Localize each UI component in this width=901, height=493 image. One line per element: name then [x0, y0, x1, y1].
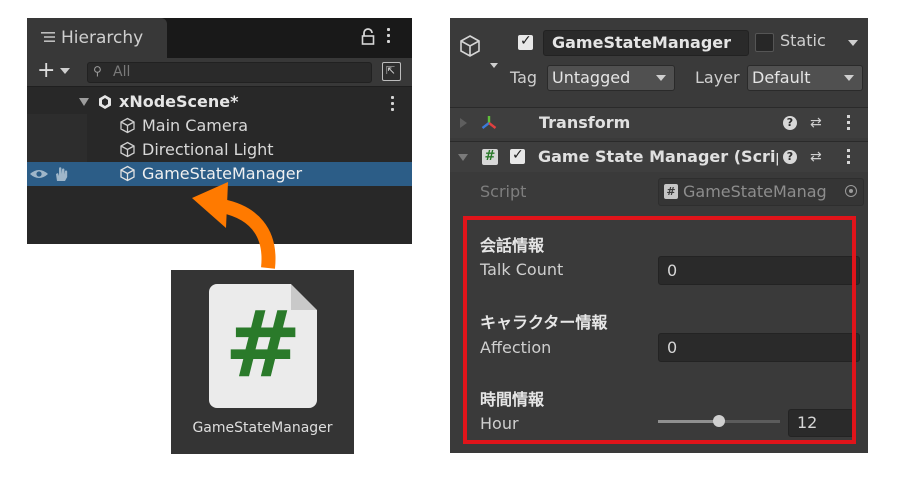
hierarchy-menu-icon[interactable] — [387, 28, 395, 48]
hierarchy-tab[interactable]: Hierarchy — [27, 18, 167, 58]
hierarchy-item[interactable]: Directional Light — [27, 138, 412, 162]
scene-name: xNodeScene* — [119, 92, 239, 111]
highlight-box — [463, 216, 856, 444]
csharp-script-file-icon: # — [209, 284, 317, 408]
hierarchy-tab-label: Hierarchy — [61, 28, 144, 48]
script-asset-tile[interactable]: # GameStateManager — [171, 270, 354, 454]
tag-dropdown[interactable]: Untagged — [547, 65, 675, 91]
scene-row[interactable]: xNodeScene* — [27, 90, 412, 114]
script-hash-symbol: # — [224, 291, 302, 398]
fold-arrow-icon[interactable] — [460, 118, 467, 128]
layer-label: Layer — [695, 68, 740, 87]
static-label: Static — [780, 31, 826, 50]
component-menu-icon[interactable] — [847, 115, 850, 133]
search-icon: ⚲ — [93, 64, 102, 78]
hierarchy-item-label: Directional Light — [142, 140, 274, 159]
presets-icon[interactable]: ⇄ — [810, 116, 822, 130]
help-icon[interactable]: ? — [783, 116, 797, 130]
gameobject-cube-icon — [460, 35, 480, 57]
static-dropdown-caret-icon[interactable] — [848, 40, 858, 46]
fold-arrow-icon[interactable] — [458, 154, 468, 161]
component-menu-icon[interactable] — [847, 149, 850, 167]
presets-icon[interactable]: ⇄ — [810, 150, 822, 164]
object-name-field[interactable]: GameStateManager — [543, 30, 749, 56]
transform-title: Transform — [539, 113, 631, 132]
script-value: GameStateManag — [683, 182, 827, 201]
object-picker-icon[interactable] — [845, 185, 857, 197]
help-icon[interactable]: ? — [783, 150, 797, 164]
lock-icon[interactable] — [361, 27, 375, 47]
transform-axis-icon — [481, 116, 497, 129]
gameobject-cube-icon — [120, 141, 135, 158]
layer-dropdown[interactable]: Default — [747, 65, 863, 91]
script-hash-icon: # — [482, 149, 498, 165]
create-plus-icon[interactable]: + — [37, 59, 55, 83]
pickable-hand-icon[interactable] — [53, 166, 69, 182]
checkmark-icon: ✓ — [520, 33, 532, 49]
search-placeholder: All — [113, 64, 131, 80]
component-enabled-checkbox[interactable]: ✓ — [510, 147, 525, 164]
unity-scene-icon — [99, 95, 111, 109]
chevron-down-icon — [844, 75, 854, 81]
checkmark-icon: ✓ — [512, 147, 524, 163]
script-object-field[interactable]: # GameStateManag — [658, 178, 864, 206]
orange-arrow-icon — [192, 182, 276, 269]
hierarchy-item-label: Main Camera — [142, 116, 249, 135]
object-name-value: GameStateManager — [552, 33, 732, 52]
hierarchy-item[interactable]: Main Camera — [27, 114, 412, 138]
hierarchy-tab-bar: Hierarchy — [27, 18, 412, 58]
scene-fold-icon[interactable] — [79, 98, 89, 106]
icon-select-caret-icon[interactable] — [490, 63, 498, 68]
script-label: Script — [480, 182, 527, 201]
gameobject-cube-icon — [120, 117, 135, 134]
transform-component-header[interactable]: Transform ? ⇄ — [450, 107, 868, 138]
script-component-title: Game State Manager (Scrip — [538, 147, 778, 166]
gameobject-cube-icon — [120, 165, 135, 182]
tag-value: Untagged — [552, 68, 631, 87]
hierarchy-list-icon — [41, 32, 55, 42]
layer-value: Default — [752, 68, 811, 87]
static-checkbox[interactable] — [755, 33, 774, 52]
visibility-eye-icon[interactable] — [29, 168, 49, 180]
hierarchy-toolbar: + ⚲ All ⇱ — [27, 58, 412, 87]
active-checkbox[interactable]: ✓ — [518, 33, 533, 50]
chevron-down-icon — [656, 75, 666, 81]
script-component-header[interactable]: # ✓ Game State Manager (Scrip ? ⇄ — [450, 141, 868, 172]
tag-label: Tag — [510, 68, 538, 87]
script-file-icon: # — [664, 184, 678, 199]
hierarchy-search-input[interactable]: ⚲ All — [87, 62, 372, 83]
expand-window-icon[interactable]: ⇱ — [382, 62, 401, 81]
create-dropdown-caret-icon[interactable] — [60, 68, 70, 74]
scene-menu-icon[interactable] — [391, 96, 394, 114]
script-asset-name: GameStateManager — [192, 420, 333, 436]
